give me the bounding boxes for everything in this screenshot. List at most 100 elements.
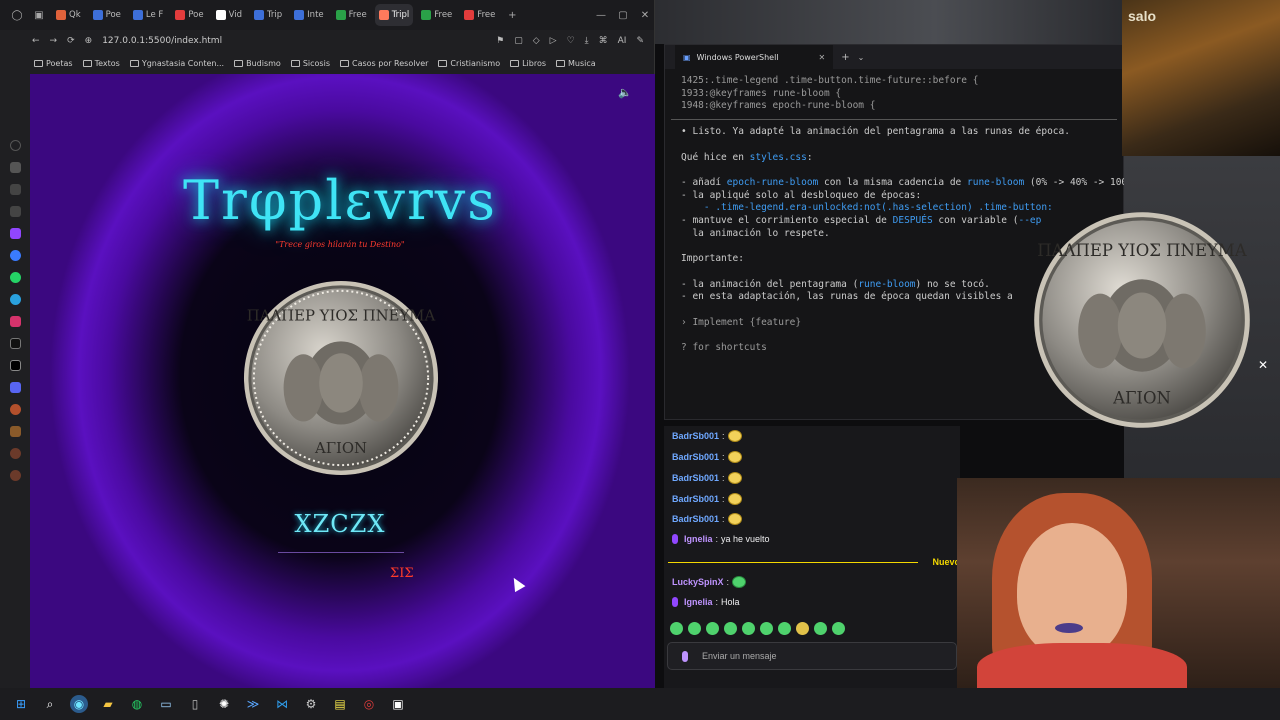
tab-4[interactable]: Vid xyxy=(212,4,246,26)
settings-taskbar-icon[interactable]: ⚙ xyxy=(302,695,320,713)
sparkle-icon[interactable] xyxy=(9,206,21,217)
chatgpt-icon[interactable]: ✺ xyxy=(215,695,233,713)
new-tab-button[interactable]: + xyxy=(503,10,521,21)
emote-icon[interactable] xyxy=(670,622,683,635)
bookmark-folder[interactable]: Cristianismo xyxy=(438,59,500,68)
tab-6[interactable]: Inte xyxy=(290,4,327,26)
sis-text[interactable]: ΣΙΣ xyxy=(390,566,414,581)
chrome-menu-icon[interactable]: ◯ xyxy=(8,10,26,21)
tab-3[interactable]: Poe xyxy=(171,4,207,26)
tab-0[interactable]: Qk xyxy=(52,4,85,26)
microphone-icon[interactable] xyxy=(682,651,688,662)
minimize-icon[interactable]: — xyxy=(592,10,610,21)
download-icon[interactable]: ⤓ xyxy=(585,36,589,46)
emote-icon[interactable] xyxy=(706,622,719,635)
windows-start-icon[interactable]: ⊞ xyxy=(12,695,30,713)
bookmark-folder[interactable]: Textos xyxy=(82,59,120,68)
bookmark-folder[interactable]: Budismo xyxy=(234,59,281,68)
maximize-icon[interactable]: ▢ xyxy=(614,10,632,21)
globe-icon[interactable] xyxy=(9,448,21,459)
book-icon[interactable] xyxy=(9,426,21,437)
heart-icon[interactable] xyxy=(9,404,21,415)
flask-icon[interactable] xyxy=(9,162,21,173)
bookmark-folder[interactable]: Sicosis xyxy=(290,59,330,68)
moon-icon[interactable] xyxy=(9,140,21,151)
close-window-icon[interactable]: ✕ xyxy=(636,10,654,21)
gear-icon[interactable] xyxy=(9,470,21,481)
new-tab-icon[interactable]: + xyxy=(841,52,849,63)
tiktok-icon[interactable] xyxy=(9,338,21,349)
chevron-down-icon[interactable]: ⌄ xyxy=(858,53,865,62)
bookmark-folder[interactable]: Libros xyxy=(510,59,546,68)
site-info-icon[interactable]: ⊕ xyxy=(85,36,93,46)
coin-image[interactable]: ΠΑΛΠΕΡ ΥΙΟΣ ΠΝΕΥΜΑ ΑΓΙΟΝ xyxy=(242,279,440,477)
vscode-icon[interactable]: ⋈ xyxy=(273,695,291,713)
whatsapp-icon[interactable] xyxy=(9,272,21,283)
obs-icon[interactable]: ◎ xyxy=(360,695,378,713)
chat-username[interactable]: BadrSb001 xyxy=(672,494,719,504)
terminal-tab[interactable]: ▣ Windows PowerShell ✕ xyxy=(675,45,834,69)
emote-icon[interactable] xyxy=(778,622,791,635)
back-icon[interactable]: ← xyxy=(32,36,40,46)
telegram-icon[interactable] xyxy=(9,294,21,305)
device-icon[interactable]: ▯ xyxy=(186,695,204,713)
chat-username[interactable]: BadrSb001 xyxy=(672,514,719,524)
chat-username[interactable]: BadrSb001 xyxy=(672,431,719,441)
chat-username[interactable]: LuckySpinX xyxy=(672,577,724,587)
reload-icon[interactable]: ⟳ xyxy=(67,36,75,46)
compass-icon[interactable] xyxy=(9,184,21,195)
messenger-icon[interactable] xyxy=(9,250,21,261)
workspace-icon[interactable]: ▣ xyxy=(30,10,48,21)
search-icon[interactable]: ⌕ xyxy=(41,695,59,713)
play-icon[interactable]: ▷ xyxy=(550,36,557,46)
x-icon[interactable] xyxy=(9,360,21,371)
chat-input[interactable]: Enviar un mensaje xyxy=(667,642,957,670)
chat-username[interactable]: BadrSb001 xyxy=(672,473,719,483)
forward-icon[interactable]: → xyxy=(50,36,58,46)
emote-icon[interactable] xyxy=(742,622,755,635)
powershell-taskbar-icon[interactable]: ≫ xyxy=(244,695,262,713)
shield-icon[interactable]: ◇ xyxy=(533,36,540,46)
prompt-input[interactable]: › Implement {feature} xyxy=(681,317,801,328)
emote-icon[interactable] xyxy=(688,622,701,635)
emote-icon[interactable] xyxy=(832,622,845,635)
emote-icon[interactable] xyxy=(814,622,827,635)
taskbar: ⊞ ⌕ ◉ ▰ ◍ ▭ ▯ ✺ ≫ ⋈ ⚙ ▤ ◎ ▣ xyxy=(0,688,1280,720)
chat-username[interactable]: Ignelia xyxy=(684,597,713,607)
bookmark-folder[interactable]: Ygnastasia Conten... xyxy=(129,59,224,68)
chat-username[interactable]: Ignelia xyxy=(684,534,713,544)
window-icon[interactable]: ▭ xyxy=(157,695,175,713)
twitch-icon[interactable] xyxy=(9,228,21,239)
bookmark-folder[interactable]: Casos por Resolver xyxy=(339,59,428,68)
tab-8[interactable]: Tripl xyxy=(374,4,414,26)
emote-icon[interactable] xyxy=(724,622,737,635)
favorite-icon[interactable]: ♡ xyxy=(567,36,575,46)
translate-icon[interactable]: ⌘ xyxy=(599,36,608,46)
edge-icon[interactable]: ◉ xyxy=(70,695,88,713)
speaker-icon[interactable]: 🔈 xyxy=(618,86,632,99)
tab-1[interactable]: Poe xyxy=(89,4,125,26)
discord-icon[interactable] xyxy=(9,382,21,393)
notes-icon[interactable]: ▤ xyxy=(331,695,349,713)
tab-2[interactable]: Le F xyxy=(129,4,167,26)
pen-icon[interactable]: ✎ xyxy=(636,36,644,46)
close-tab-icon[interactable]: ✕ xyxy=(819,53,826,62)
whatsapp-taskbar-icon[interactable]: ◍ xyxy=(128,695,146,713)
address-bar[interactable]: 127.0.0.1:5500/index.html xyxy=(102,36,222,46)
tab-5[interactable]: Trip xyxy=(250,4,286,26)
bookmark-icon[interactable]: ⚑ xyxy=(496,36,504,46)
emote-icon[interactable] xyxy=(760,622,773,635)
chat-username[interactable]: BadrSb001 xyxy=(672,452,719,462)
instagram-icon[interactable] xyxy=(9,316,21,327)
bookmark-folder[interactable]: Poetas xyxy=(34,59,73,68)
tab-10[interactable]: Free xyxy=(460,4,499,26)
extensions-icon[interactable]: ▢ xyxy=(514,36,523,46)
tab-7[interactable]: Free xyxy=(332,4,371,26)
tab-9[interactable]: Free xyxy=(417,4,456,26)
close-icon[interactable]: ✕ xyxy=(1258,358,1268,372)
emote-icon[interactable] xyxy=(796,622,809,635)
bookmark-folder[interactable]: Musica xyxy=(556,59,596,68)
file-explorer-icon[interactable]: ▰ xyxy=(99,695,117,713)
terminal-taskbar-icon[interactable]: ▣ xyxy=(389,695,407,713)
ai-button[interactable]: AI xyxy=(618,36,627,46)
